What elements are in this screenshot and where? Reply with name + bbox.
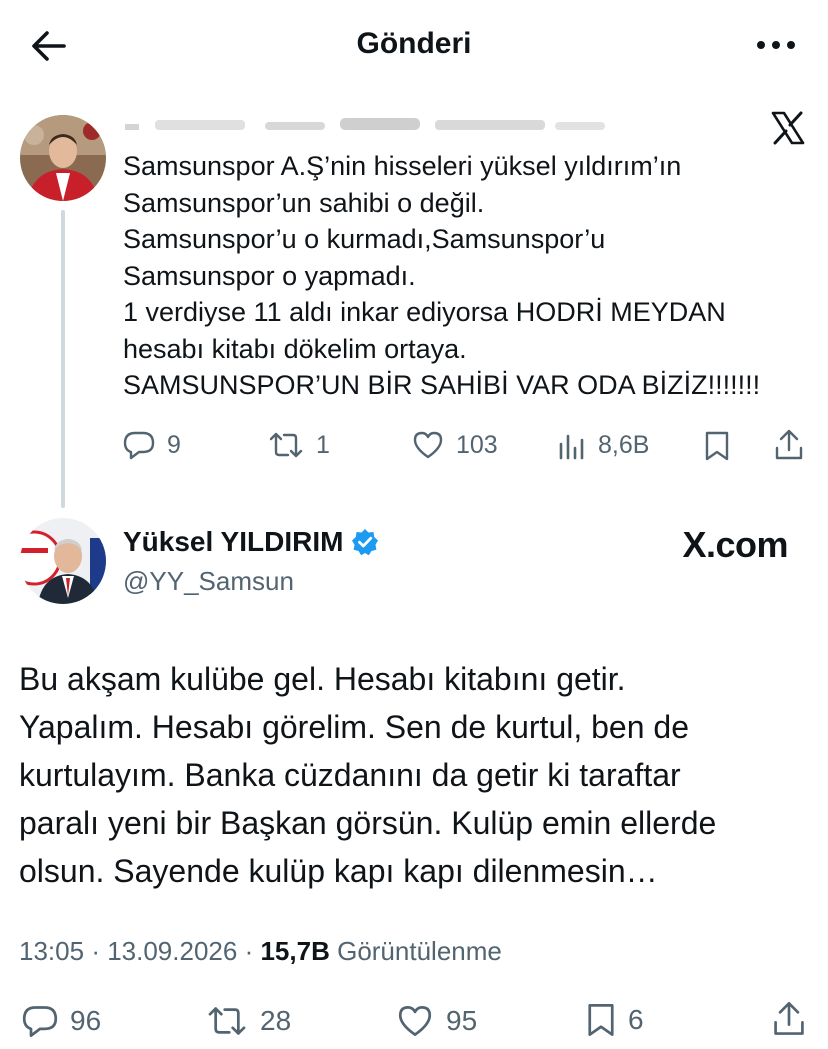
author-avatar[interactable] bbox=[20, 518, 106, 604]
main-text-line: olsun. Sayende kulüp kapı kapı dilenmesi… bbox=[19, 853, 658, 889]
verified-badge-icon bbox=[352, 529, 379, 556]
main-text-line: paralı yeni bir Başkan görsün. Kulüp emi… bbox=[19, 805, 717, 841]
bookmark-button[interactable]: 6 bbox=[586, 1002, 644, 1038]
like-count: 95 bbox=[446, 1005, 478, 1036]
quoted-bookmark-button[interactable] bbox=[704, 430, 730, 462]
quoted-text-line: hesabı kitabı dökelim ortaya. bbox=[123, 333, 467, 364]
reply-icon bbox=[123, 431, 155, 460]
repost-icon bbox=[269, 432, 303, 458]
share-icon bbox=[775, 429, 803, 460]
quoted-like-button[interactable]: 103 bbox=[412, 430, 498, 460]
main-text-line: Bu akşam kulübe gel. Hesabı kitabını get… bbox=[19, 661, 626, 697]
quoted-avatar[interactable] bbox=[20, 115, 106, 201]
tweet-meta: 13:05 · 13.09.2026 · 15,7B Görüntülenme bbox=[19, 936, 502, 967]
quoted-action-bar: 9 1 103 8,6B bbox=[0, 428, 828, 468]
reply-button[interactable]: 96 bbox=[22, 1004, 101, 1038]
quoted-views-button[interactable]: 8,6B bbox=[558, 430, 649, 460]
author-handle[interactable]: @YY_Samsun bbox=[123, 566, 294, 597]
bookmark-icon bbox=[705, 431, 729, 461]
x-com-watermark: X.com bbox=[682, 524, 788, 566]
quoted-text-line: Samsunspor’u o kurmadı,Samsunspor’u bbox=[123, 224, 606, 254]
views-count[interactable]: 15,7B bbox=[260, 936, 329, 966]
page-title: Gönderi bbox=[356, 27, 472, 60]
views-label: Görüntülenme bbox=[337, 936, 502, 966]
quoted-text-line: Samsunspor’un sahibi o değil. bbox=[123, 187, 485, 218]
quoted-text-line: Samsunspor A.Ş’nin hisseleri yüksel yıld… bbox=[123, 151, 682, 181]
x-logo-icon bbox=[771, 111, 805, 145]
main-action-bar: 96 28 95 6 bbox=[0, 1000, 828, 1044]
repost-icon bbox=[208, 1007, 246, 1035]
tweet-time[interactable]: 13:05 bbox=[19, 936, 84, 966]
main-text-line: Yapalım. Hesabı görelim. Sen de kurtul, … bbox=[19, 709, 689, 745]
quoted-reply-button[interactable]: 9 bbox=[123, 430, 181, 460]
repost-button[interactable]: 28 bbox=[206, 1004, 291, 1038]
tweet-date[interactable]: 13.09.2026 bbox=[107, 936, 237, 966]
quoted-repost-button[interactable]: 1 bbox=[268, 430, 330, 460]
like-button[interactable]: 95 bbox=[396, 1004, 477, 1038]
top-bar: Gönderi bbox=[0, 0, 828, 90]
more-horizontal-icon bbox=[757, 41, 795, 49]
bookmark-count: 6 bbox=[628, 1004, 644, 1035]
author-name: Yüksel YILDIRIM bbox=[123, 526, 344, 557]
share-icon bbox=[774, 1002, 804, 1035]
heart-icon bbox=[398, 1006, 432, 1036]
quoted-handle-obscured bbox=[125, 114, 615, 136]
quoted-repost-count: 1 bbox=[316, 430, 330, 459]
quoted-text-line: Samsunspor o yapmadı. bbox=[123, 260, 416, 291]
reply-count: 96 bbox=[70, 1005, 102, 1036]
meta-separator: · bbox=[244, 936, 261, 966]
views-bar-chart-icon bbox=[559, 434, 584, 460]
main-text-line: kurtulayım. Banka cüzdanını da getir ki … bbox=[19, 757, 681, 793]
reply-icon bbox=[22, 1006, 58, 1037]
heart-icon bbox=[413, 431, 443, 459]
quoted-tweet-text: Samsunspor A.Ş’nin hisseleri yüksel yıld… bbox=[123, 148, 813, 404]
quoted-like-count: 103 bbox=[456, 430, 498, 459]
more-options-button[interactable] bbox=[754, 30, 798, 60]
quoted-views-count: 8,6B bbox=[598, 430, 650, 459]
main-tweet-text: Bu akşam kulübe gel. Hesabı kitabını get… bbox=[19, 655, 809, 895]
quoted-text-line: 1 verdiyse 11 aldı inkar ediyorsa HODRİ … bbox=[123, 297, 726, 327]
watermark-text: X.com bbox=[682, 524, 788, 565]
repost-count: 28 bbox=[260, 1005, 292, 1036]
quoted-reply-count: 9 bbox=[167, 430, 181, 459]
bookmark-icon bbox=[588, 1004, 614, 1036]
author-name-row[interactable]: Yüksel YILDIRIM bbox=[123, 526, 379, 558]
share-button[interactable] bbox=[772, 1000, 806, 1038]
quoted-text-line: SAMSUNSPOR’UN BİR SAHİBİ VAR ODA BİZİZ!!… bbox=[123, 370, 761, 400]
meta-separator: · bbox=[91, 936, 108, 966]
quoted-share-button[interactable] bbox=[774, 428, 804, 462]
